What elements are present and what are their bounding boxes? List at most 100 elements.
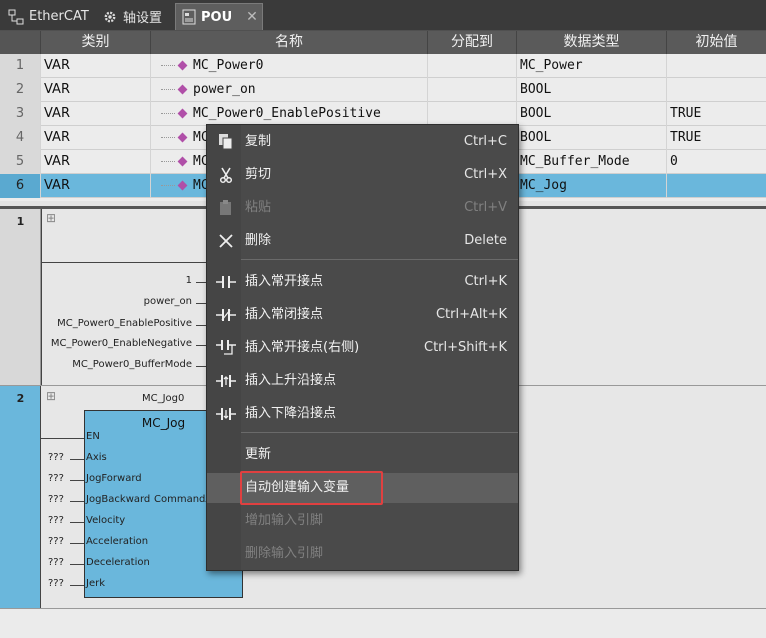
- initial-value-cell[interactable]: [667, 78, 766, 102]
- category-cell[interactable]: VAR: [41, 126, 151, 150]
- rung-2-gutter[interactable]: [0, 386, 41, 608]
- initial-value-cell[interactable]: 0: [667, 150, 766, 174]
- datatype-cell[interactable]: BOOL: [517, 78, 667, 102]
- assign-cell[interactable]: [428, 102, 517, 126]
- menu-item-label: 插入下降沿接点: [245, 406, 337, 421]
- initial-value-cell[interactable]: TRUE: [667, 126, 766, 150]
- header-name[interactable]: 名称: [151, 31, 428, 54]
- tab-label: 轴设置: [123, 11, 163, 26]
- category-cell[interactable]: VAR: [41, 78, 151, 102]
- menu-item-label: 删除: [245, 233, 272, 248]
- initial-value-cell[interactable]: [667, 174, 766, 198]
- fb-pin-label: Velocity: [86, 515, 126, 526]
- tab-bar: EtherCAT 轴设置 POU ✕: [0, 0, 766, 31]
- menu-item-label: 剪切: [245, 167, 272, 182]
- unassigned-input[interactable]: ???: [48, 557, 64, 568]
- menu-item-rising-edge[interactable]: 插入上升沿接点: [207, 366, 518, 396]
- expand-icon[interactable]: ⊞: [46, 389, 56, 403]
- name-cell[interactable]: power_on: [151, 78, 428, 102]
- menu-item-delete-x[interactable]: 删除 Delete: [207, 226, 518, 256]
- datatype-cell[interactable]: MC_Jog: [517, 174, 667, 198]
- table-row[interactable]: 3 VAR MC_Power0_EnablePositive BOOL TRUE: [0, 102, 766, 126]
- menu-separator: [241, 432, 518, 433]
- unassigned-input[interactable]: ???: [48, 536, 64, 547]
- table-row[interactable]: 2 VAR power_on BOOL: [0, 78, 766, 102]
- menu-item-label: 增加输入引脚: [245, 513, 324, 528]
- fb-pin-label: JogForward: [86, 473, 142, 484]
- category-cell[interactable]: VAR: [41, 174, 151, 198]
- variable-icon: [177, 84, 188, 94]
- header-category[interactable]: 类别: [41, 31, 151, 54]
- menu-item-shortcut: Ctrl+X: [464, 167, 507, 182]
- name-cell[interactable]: MC_Power0: [151, 54, 428, 78]
- initial-value-cell[interactable]: [667, 54, 766, 78]
- fb-input-variable[interactable]: MC_Power0_BufferMode: [72, 359, 192, 370]
- category-cell[interactable]: VAR: [41, 54, 151, 78]
- tab-axis-settings[interactable]: 轴设置: [96, 3, 172, 30]
- tree-line: [161, 89, 175, 90]
- fb-input-variable[interactable]: power_on: [144, 296, 192, 307]
- variable-icon: [177, 108, 188, 118]
- fb-instance-name[interactable]: MC_Jog0: [142, 393, 184, 404]
- tree-line: [161, 185, 175, 186]
- no-contact-right-icon: [211, 333, 241, 363]
- menu-item-no-contact-right[interactable]: 插入常开接点(右侧) Ctrl+Shift+K: [207, 333, 518, 363]
- tab-ethercat[interactable]: EtherCAT: [2, 3, 92, 30]
- menu-item-paste[interactable]: 粘贴 Ctrl+V: [207, 193, 518, 223]
- variable-name: MC_Power0_EnablePositive: [193, 106, 381, 121]
- menu-item-item-9[interactable]: 更新: [207, 440, 518, 470]
- tab-label: EtherCAT: [29, 9, 89, 24]
- delete-x-icon: [211, 226, 241, 256]
- input-wire: [70, 543, 84, 544]
- initial-value-cell[interactable]: TRUE: [667, 102, 766, 126]
- row-number: 1: [0, 54, 41, 78]
- menu-item-shortcut: Ctrl+C: [463, 134, 507, 149]
- tree-line: [161, 65, 175, 66]
- close-icon[interactable]: ✕: [246, 9, 258, 25]
- datatype-cell[interactable]: MC_Buffer_Mode: [517, 150, 667, 174]
- input-wire: [70, 459, 84, 460]
- paste-icon: [211, 193, 241, 223]
- datatype-cell[interactable]: BOOL: [517, 102, 667, 126]
- table-row[interactable]: 1 VAR MC_Power0 MC_Power: [0, 54, 766, 78]
- unassigned-input[interactable]: ???: [48, 494, 64, 505]
- tab-label: POU: [201, 9, 233, 25]
- header-assign[interactable]: 分配到: [428, 31, 517, 54]
- menu-item-item-11[interactable]: 增加输入引脚: [207, 506, 518, 536]
- menu-item-nc-contact[interactable]: 插入常闭接点 Ctrl+Alt+K: [207, 300, 518, 330]
- menu-item-shortcut: Ctrl+Alt+K: [435, 307, 507, 322]
- fb-input-variable[interactable]: MC_Power0_EnablePositive: [57, 318, 192, 329]
- rung-divider: [41, 262, 211, 263]
- menu-item-no-contact[interactable]: 插入常开接点 Ctrl+K: [207, 267, 518, 297]
- header-datatype[interactable]: 数据类型: [517, 31, 667, 54]
- unassigned-input[interactable]: ???: [48, 452, 64, 463]
- expand-icon[interactable]: ⊞: [46, 211, 56, 225]
- unassigned-input[interactable]: ???: [48, 515, 64, 526]
- menu-item-shortcut: Ctrl+Shift+K: [424, 340, 507, 355]
- category-cell[interactable]: VAR: [41, 102, 151, 126]
- nc-contact-icon: [211, 300, 241, 330]
- menu-item-shortcut: Ctrl+K: [464, 274, 507, 289]
- rung-1-gutter[interactable]: [0, 209, 41, 385]
- tab-pou[interactable]: POU ✕: [175, 3, 263, 30]
- fb-input-variable[interactable]: 1: [186, 275, 192, 286]
- menu-item-item-12[interactable]: 删除输入引脚: [207, 539, 518, 569]
- input-wire: [70, 501, 84, 502]
- assign-cell[interactable]: [428, 78, 517, 102]
- category-cell[interactable]: VAR: [41, 150, 151, 174]
- datatype-cell[interactable]: BOOL: [517, 126, 667, 150]
- unassigned-input[interactable]: ???: [48, 578, 64, 589]
- name-cell[interactable]: MC_Power0_EnablePositive: [151, 102, 428, 126]
- header-initial-value[interactable]: 初始值: [667, 31, 766, 54]
- unassigned-input[interactable]: ???: [48, 473, 64, 484]
- fb-input-variable[interactable]: MC_Power0_EnableNegative: [51, 338, 192, 349]
- network-tree-icon: [8, 9, 24, 24]
- datatype-cell[interactable]: MC_Power: [517, 54, 667, 78]
- menu-item-scissors[interactable]: 剪切 Ctrl+X: [207, 160, 518, 190]
- input-wire: [70, 564, 84, 565]
- row-number: 6: [0, 174, 41, 198]
- assign-cell[interactable]: [428, 54, 517, 78]
- menu-item-falling-edge[interactable]: 插入下降沿接点: [207, 399, 518, 429]
- menu-item-copy[interactable]: 复制 Ctrl+C: [207, 127, 518, 157]
- variable-icon: [177, 60, 188, 70]
